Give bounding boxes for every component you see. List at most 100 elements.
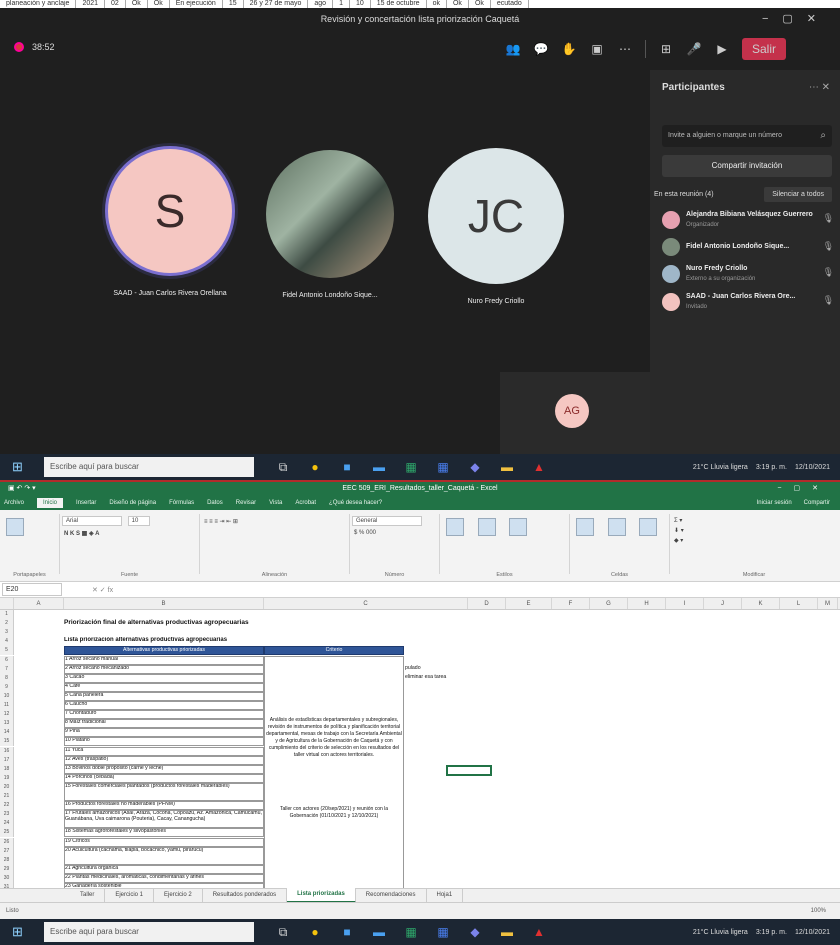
ribbon-tab-7[interactable]: Revisar (236, 500, 256, 506)
raise-hand-icon[interactable]: ✋ (561, 42, 577, 56)
row-number[interactable]: 9 (0, 682, 14, 692)
taskbar-search[interactable]: Escribe aquí para buscar (44, 922, 254, 942)
row-number[interactable]: 24 (0, 819, 14, 829)
font-size-select[interactable]: 10 (127, 516, 150, 526)
column-header-M[interactable]: M (818, 598, 838, 609)
row-number[interactable]: 5 (0, 646, 14, 656)
word-icon[interactable]: ▦ (434, 925, 452, 940)
row-number[interactable]: 15 (0, 737, 14, 747)
weather-text[interactable]: 21°C Lluvia ligera (693, 929, 748, 936)
column-header-G[interactable]: G (590, 598, 628, 609)
window-controls[interactable]: −▢✕ (762, 8, 830, 30)
participant-row[interactable]: Alejandra Bibiana Velásquez Guerrero Orga… (662, 210, 834, 230)
table-row[interactable]: 13 Bovinos doble propósito (carne y lech… (64, 764, 264, 774)
ribbon-tab-2[interactable]: Inicio (37, 498, 64, 508)
word-icon[interactable]: ▦ (434, 460, 452, 475)
mic-icon[interactable]: 🎤 (686, 42, 702, 56)
table-row[interactable]: 9 Piña (64, 728, 264, 738)
table-row[interactable]: 6 Caucho (64, 701, 264, 711)
share-screen-icon[interactable]: ▶ (714, 42, 730, 56)
acrobat-icon[interactable]: ▲ (530, 925, 548, 940)
task-view-icon[interactable]: ⧉ (274, 925, 292, 940)
clock-date[interactable]: 12/10/2021 (795, 929, 830, 936)
table-row[interactable]: 19 Cítricos (64, 837, 264, 847)
table-row[interactable]: 22 Plantas medicinales, aromáticas, cond… (64, 873, 264, 883)
row-number[interactable]: 30 (0, 873, 14, 883)
close-icon[interactable]: ⋯ ✕ (809, 82, 830, 93)
row-number[interactable]: 4 (0, 637, 14, 647)
column-header-E[interactable]: E (506, 598, 552, 609)
acrobat-icon[interactable]: ▲ (530, 460, 548, 475)
font-name-select[interactable]: Arial (62, 516, 122, 526)
table-row[interactable]: 20 Acuicultura (cachama, tilapia, bocach… (64, 846, 264, 865)
clock-date[interactable]: 12/10/2021 (795, 464, 830, 471)
row-number[interactable]: 14 (0, 728, 14, 738)
mic-icon[interactable]: 🎙 (823, 295, 834, 306)
share-tray-icon[interactable]: ▣ (589, 42, 605, 56)
table-row[interactable]: 2 Arroz secano mecanizado (64, 664, 264, 674)
files-icon[interactable]: ▬ (498, 460, 516, 475)
taskbar-search[interactable]: Escribe aquí para buscar (44, 457, 254, 477)
column-header-K[interactable]: K (742, 598, 780, 609)
windows-start-icon[interactable]: ⊞ (12, 923, 30, 941)
column-header-I[interactable]: I (666, 598, 704, 609)
mail-icon[interactable]: ▬ (370, 460, 388, 475)
mic-icon[interactable]: 🎙 (823, 213, 834, 224)
ribbon-tab-5[interactable]: Fórmulas (169, 500, 194, 506)
sheet-tab[interactable]: Taller (70, 889, 106, 902)
invite-search-input[interactable]: Invite a alguien o marque un número ⌕ (662, 125, 832, 147)
sheet-grid[interactable]: ABCDEFGHIJKLM 1 2 3 4 5 6 7 8 9 10 11 12 13 14 15 16 17 1… (0, 598, 840, 888)
row-number[interactable]: 7 (0, 664, 14, 674)
row-number[interactable]: 12 (0, 710, 14, 720)
ribbon-tab-1[interactable]: Archivo (4, 500, 24, 506)
ribbon-tab-10[interactable]: ¿Qué desea hacer? (329, 500, 382, 506)
participant-row[interactable]: Fidel Antonio Londoño Sique... 🎙 (662, 238, 834, 256)
table-row[interactable]: 17 Frutales amazónicos (Asaí, Arazá, Coc… (64, 810, 264, 829)
clock-time[interactable]: 3:19 p. m. (756, 464, 787, 471)
column-header-L[interactable]: L (780, 598, 818, 609)
row-number[interactable]: 20 (0, 782, 14, 792)
teams-icon[interactable]: ◆ (466, 460, 484, 475)
table-row[interactable]: 4 Café (64, 682, 264, 692)
corner-cell[interactable] (0, 598, 14, 609)
table-row[interactable]: 14 Porcinos (cebada) (64, 773, 264, 783)
autosum-icon[interactable]: Σ ▾ ⬇ ▾ ◆ ▾ (670, 514, 838, 548)
share-invite-button[interactable]: Compartir invitación (662, 155, 832, 177)
table-row[interactable]: 1 Arroz secano manual (64, 655, 264, 665)
row-number[interactable]: 27 (0, 846, 14, 856)
participant-row[interactable]: SAAD - Juan Carlos Rivera Ore... Invitado… (662, 292, 834, 312)
sheet-tab[interactable]: Ejercicio 2 (154, 889, 203, 902)
row-number[interactable]: 8 (0, 673, 14, 683)
participant-tile[interactable]: Fidel Antonio Londoño Sique... (266, 150, 394, 299)
sheet-tab[interactable]: Lista priorizadas (287, 888, 356, 903)
clock-time[interactable]: 3:19 p. m. (756, 929, 787, 936)
row-number[interactable]: 26 (0, 837, 14, 847)
column-header-J[interactable]: J (704, 598, 742, 609)
mic-icon[interactable]: 🎙 (823, 241, 834, 252)
column-header-B[interactable]: B (64, 598, 264, 609)
row-number[interactable]: 18 (0, 764, 14, 774)
ribbon-tab-6[interactable]: Datos (207, 500, 223, 506)
row-number[interactable]: 1 (0, 610, 14, 620)
paste-icon[interactable] (6, 518, 24, 536)
format-icon[interactable] (639, 518, 658, 536)
table-row[interactable]: 3 Cacao (64, 673, 264, 683)
sheet-tab[interactable]: Resultados ponderados (203, 889, 288, 902)
chrome-icon[interactable]: ● (306, 925, 324, 940)
row-number[interactable]: 25 (0, 828, 14, 838)
files-icon[interactable]: ▬ (498, 925, 516, 940)
table-row[interactable]: 15 Forestales comerciales plantados (pro… (64, 782, 264, 802)
store-icon[interactable]: ■ (338, 460, 356, 475)
row-number[interactable]: 10 (0, 691, 14, 701)
mic-icon[interactable]: 🎙 (823, 267, 834, 278)
row-number[interactable]: 17 (0, 755, 14, 765)
ribbon-tab-3[interactable]: Insertar (76, 500, 96, 506)
column-header-C[interactable]: C (264, 598, 468, 609)
sheet-tab[interactable]: Recomendaciones (356, 889, 427, 902)
ribbon-tab-8[interactable]: Vista (269, 500, 282, 506)
row-number[interactable]: 21 (0, 792, 14, 802)
row-number[interactable]: 13 (0, 719, 14, 729)
column-header-F[interactable]: F (552, 598, 590, 609)
alignment-buttons[interactable]: ≡ ≡ ≡ ⇥ ⇤ ⊞ (200, 514, 349, 529)
share-link[interactable]: Compartir (804, 500, 830, 506)
